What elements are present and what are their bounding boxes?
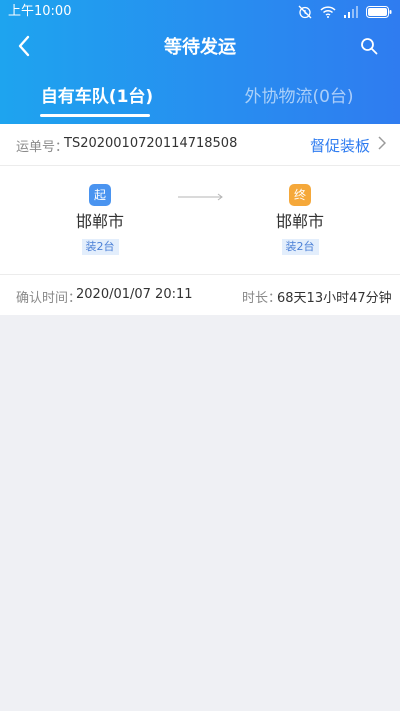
waybill-row: 运单号： TS2020010720114718508 督促装板 (0, 124, 400, 166)
status-time: 上午10:00 (8, 4, 72, 19)
confirm-time-label: 确认时间： (16, 291, 82, 306)
route-arrow-icon (178, 193, 223, 201)
duration-label: 时长： (242, 291, 282, 306)
urge-loading-button[interactable]: 督促装板 (309, 132, 387, 158)
battery-icon (366, 6, 392, 18)
app-header: 上午10:00 等待发运 自有车队(1台) 外协物流(0台) (0, 0, 400, 124)
active-tab-indicator (40, 114, 150, 117)
destination-load-tag: 装2台 (281, 239, 319, 255)
chevron-right-icon (378, 136, 387, 154)
origin-load-tag: 装2台 (81, 239, 119, 255)
origin-city: 邯郸市 (75, 212, 124, 231)
signal-icon (344, 6, 358, 18)
confirm-time-value: 2020/01/07 20:11 (76, 287, 193, 302)
origin: 起 邯郸市 装2台 (40, 184, 160, 255)
urge-loading-label: 督促装板 (309, 136, 370, 155)
shipment-card[interactable]: 运单号： TS2020010720114718508 督促装板 起 邯郸市 装2… (0, 124, 400, 315)
waybill-label: 运单号： (16, 140, 69, 155)
destination: 终 邯郸市 装2台 (240, 184, 360, 255)
status-icons (298, 0, 392, 24)
search-button[interactable] (356, 35, 382, 61)
wifi-icon (320, 6, 336, 18)
title-bar: 等待发运 (0, 28, 400, 68)
destination-badge: 终 (289, 184, 311, 206)
list-empty-area (0, 315, 400, 711)
search-icon (360, 37, 378, 59)
duration-value: 68天13小时47分钟 (277, 291, 392, 306)
fleet-tabs: 自有车队(1台) 外协物流(0台) (0, 76, 400, 124)
page-title: 等待发运 (164, 37, 236, 58)
status-bar: 上午10:00 (0, 0, 400, 24)
destination-city: 邯郸市 (275, 212, 324, 231)
tab-outsourced-logistics[interactable]: 外协物流(0台) (232, 76, 366, 124)
origin-badge: 起 (89, 184, 111, 206)
route-section: 起 邯郸市 装2台 终 邯郸市 装2台 (0, 166, 400, 274)
waybill-number: TS2020010720114718508 (64, 136, 238, 151)
alarm-off-icon (298, 5, 312, 19)
meta-row: 确认时间： 2020/01/07 20:11 时长： 68天13小时47分钟 (0, 274, 400, 315)
